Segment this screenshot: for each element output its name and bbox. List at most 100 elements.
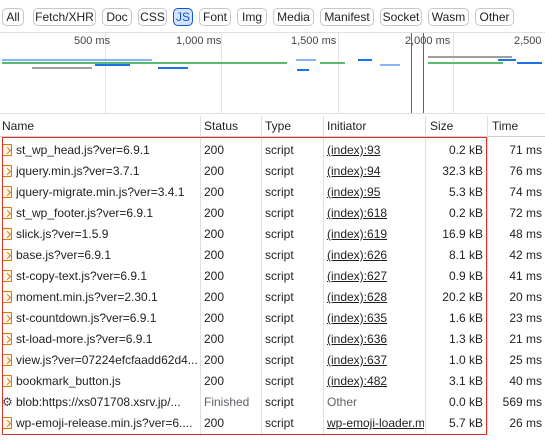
request-initiator-link[interactable]: (index):93 (327, 140, 424, 161)
request-size: 0.2 kB (448, 143, 483, 157)
request-name[interactable]: st_wp_head.js?ver=6.9.1 (16, 140, 200, 161)
table-row[interactable]: st_wp_footer.js?ver=6.9.1 200 script (in… (0, 203, 545, 224)
waterfall-bar (297, 69, 309, 71)
table-row[interactable]: ⚙ blob:https://xs071708.xsrv.jp/... Fini… (0, 392, 545, 413)
table-row[interactable]: st-countdown.js?ver=6.9.1 200 script (in… (0, 308, 545, 329)
request-initiator-link[interactable]: (index):635 (327, 308, 424, 329)
column-size[interactable]: Size (430, 116, 453, 136)
request-size: 32.3 kB (442, 164, 483, 178)
table-row[interactable]: jquery-migrate.min.js?ver=3.4.1 200 scri… (0, 182, 545, 203)
tick-label: 2,500 ms (514, 35, 545, 47)
waterfall-bar (158, 67, 188, 69)
waterfall-bar (32, 67, 92, 69)
request-initiator-link[interactable]: (index):619 (327, 224, 424, 245)
request-time: 25 ms (509, 353, 542, 367)
request-size: 1.6 kB (448, 311, 483, 325)
table-row[interactable]: base.js?ver=6.9.1 200 script (index):626… (0, 245, 545, 266)
waterfall-bar (2, 59, 152, 61)
filter-bar: All Fetch/XHR Doc CSS JS Font Img Media … (0, 0, 545, 30)
tick-label: 1,500 ms (291, 35, 337, 47)
filter-all[interactable]: All (2, 8, 24, 26)
waterfall-bar (212, 62, 282, 64)
request-initiator-link[interactable]: (index):627 (327, 266, 424, 287)
table-row[interactable]: wp-emoji-release.min.js?ver=6.... 200 sc… (0, 413, 545, 434)
column-name[interactable]: Name (2, 116, 34, 136)
filter-font[interactable]: Font (199, 8, 231, 26)
request-status: 200 (204, 416, 225, 430)
tick-line (453, 33, 454, 113)
dom-content-loaded-line (411, 33, 412, 113)
request-time: 26 ms (509, 416, 542, 430)
request-name[interactable]: blob:https://xs071708.xsrv.jp/... (16, 392, 200, 413)
script-file-icon (2, 165, 12, 177)
waterfall-bar (498, 59, 516, 61)
request-size: 5.7 kB (448, 416, 483, 430)
table-row[interactable]: st_wp_head.js?ver=6.9.1 200 script (inde… (0, 140, 545, 161)
request-size: 8.1 kB (448, 248, 483, 262)
request-name[interactable]: st-countdown.js?ver=6.9.1 (16, 308, 200, 329)
script-file-icon (2, 207, 12, 219)
request-initiator-link[interactable]: (index):636 (327, 329, 424, 350)
table-row[interactable]: view.js?ver=07224efcfaadd62d4... 200 scr… (0, 350, 545, 371)
request-name[interactable]: moment.min.js?ver=2.30.1 (16, 287, 200, 308)
script-file-icon (2, 354, 12, 366)
request-size: 1.3 kB (448, 332, 483, 346)
column-initiator[interactable]: Initiator (327, 116, 366, 136)
filter-other[interactable]: Other (475, 8, 514, 26)
request-size: 1.0 kB (448, 353, 483, 367)
table-row[interactable]: st-load-more.js?ver=6.9.1 200 script (in… (0, 329, 545, 350)
request-name[interactable]: view.js?ver=07224efcfaadd62d4... (16, 350, 200, 371)
request-status: 200 (204, 206, 225, 220)
request-time: 40 ms (509, 374, 542, 388)
column-status[interactable]: Status (204, 116, 238, 136)
request-name[interactable]: jquery.min.js?ver=3.7.1 (16, 161, 200, 182)
request-type: script (265, 311, 294, 325)
script-file-icon (2, 144, 12, 156)
request-name[interactable]: st-copy-text.js?ver=6.9.1 (16, 266, 200, 287)
table-row[interactable]: moment.min.js?ver=2.30.1 200 script (ind… (0, 287, 545, 308)
request-initiator-link[interactable]: (index):482 (327, 371, 424, 392)
request-time: 20 ms (509, 290, 542, 304)
request-status: 200 (204, 353, 225, 367)
request-initiator-link[interactable]: (index):618 (327, 203, 424, 224)
timeline-overview[interactable]: 500 ms 1,000 ms 1,500 ms 2,000 ms 2,500 … (0, 32, 545, 114)
request-name[interactable]: bookmark_button.js (16, 371, 200, 392)
filter-css[interactable]: CSS (138, 8, 167, 26)
request-name[interactable]: st_wp_footer.js?ver=6.9.1 (16, 203, 200, 224)
request-status: 200 (204, 290, 225, 304)
filter-img[interactable]: Img (237, 8, 267, 26)
request-type: script (265, 143, 294, 157)
request-initiator: Other (327, 395, 358, 409)
table-row[interactable]: jquery.min.js?ver=3.7.1 200 script (inde… (0, 161, 545, 182)
filter-manifest[interactable]: Manifest (320, 8, 374, 26)
request-type: script (265, 164, 294, 178)
request-initiator-link[interactable]: (index):626 (327, 245, 424, 266)
request-name[interactable]: slick.js?ver=1.5.9 (16, 224, 200, 245)
filter-socket[interactable]: Socket (380, 8, 422, 26)
request-initiator-link[interactable]: wp-emoji-loader.m (327, 413, 424, 434)
filter-media[interactable]: Media (273, 8, 314, 26)
request-initiator-link[interactable]: (index):94 (327, 161, 424, 182)
filter-js[interactable]: JS (173, 8, 193, 26)
table-row[interactable]: bookmark_button.js 200 script (index):48… (0, 371, 545, 392)
request-name[interactable]: jquery-migrate.min.js?ver=3.4.1 (16, 182, 200, 203)
table-row[interactable]: slick.js?ver=1.5.9 200 script (index):61… (0, 224, 545, 245)
load-line (423, 33, 424, 113)
column-type[interactable]: Type (265, 116, 291, 136)
request-name[interactable]: st-load-more.js?ver=6.9.1 (16, 329, 200, 350)
request-initiator-link[interactable]: (index):628 (327, 287, 424, 308)
request-initiator-link[interactable]: (index):637 (327, 350, 424, 371)
request-name[interactable]: wp-emoji-release.min.js?ver=6.... (16, 413, 200, 434)
script-file-icon (2, 186, 12, 198)
table-row[interactable]: st-copy-text.js?ver=6.9.1 200 script (in… (0, 266, 545, 287)
filter-doc[interactable]: Doc (102, 8, 132, 26)
request-type: script (265, 290, 294, 304)
request-initiator-link[interactable]: (index):95 (327, 182, 424, 203)
filter-fetch-xhr[interactable]: Fetch/XHR (33, 8, 96, 26)
request-status: 200 (204, 164, 225, 178)
script-file-icon (2, 270, 12, 282)
request-name[interactable]: base.js?ver=6.9.1 (16, 245, 200, 266)
filter-wasm[interactable]: Wasm (428, 8, 469, 26)
request-type: script (265, 185, 294, 199)
column-time[interactable]: Time (492, 116, 518, 136)
